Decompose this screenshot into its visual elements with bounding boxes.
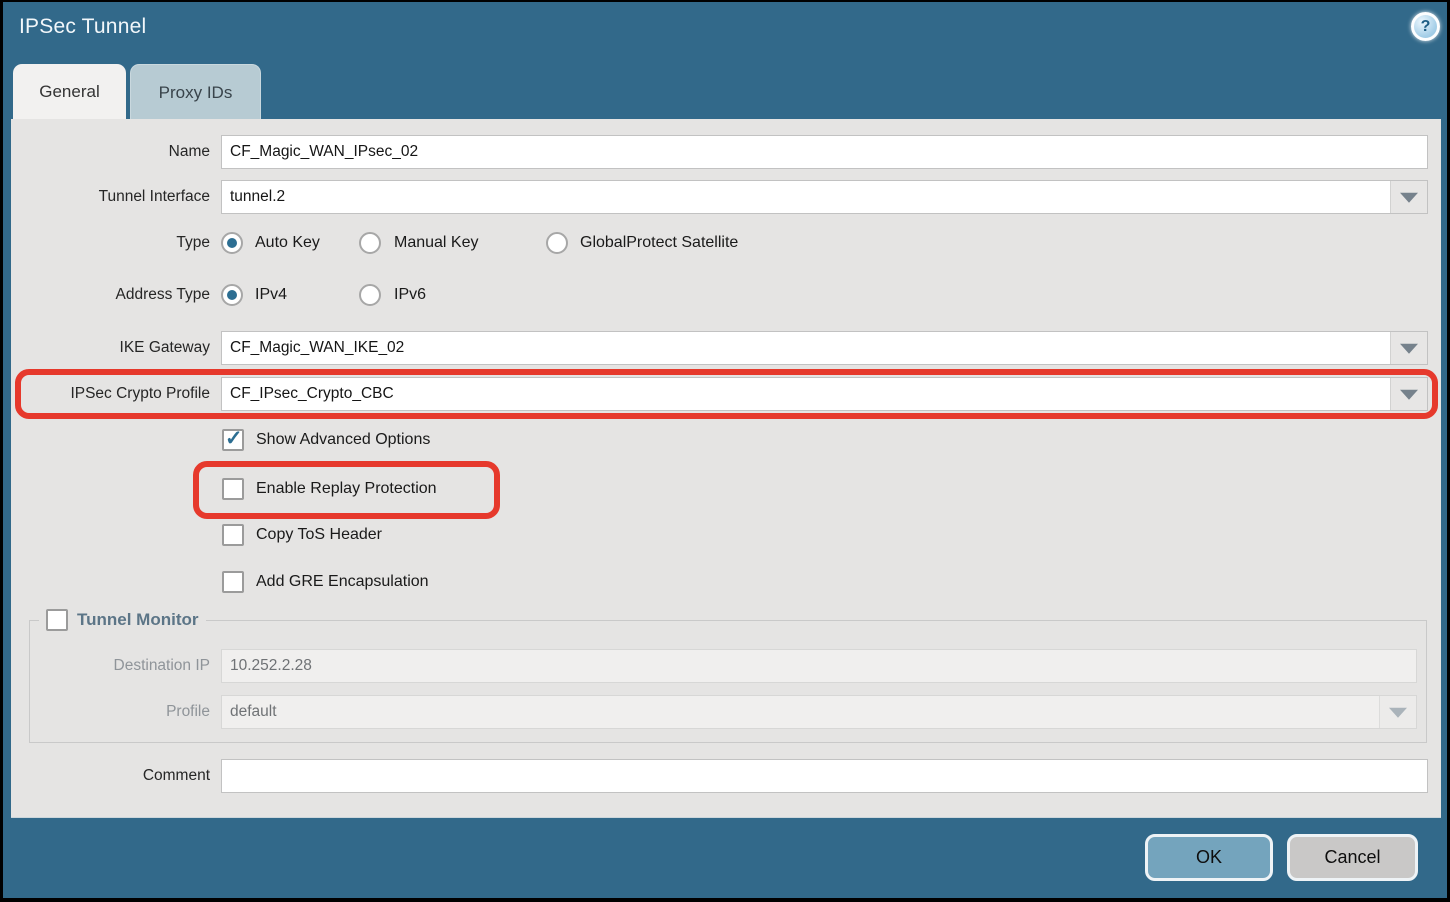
question-mark-glyph: ? — [1421, 18, 1431, 35]
chevron-down-icon — [1400, 193, 1418, 203]
tunnel-monitor-checkbox[interactable] — [46, 609, 68, 631]
tunnel-monitor-label: Tunnel Monitor — [77, 608, 199, 632]
radio-manual-key-label: Manual Key — [394, 232, 479, 254]
ipsec-crypto-profile-dropdown-button[interactable] — [1390, 378, 1427, 410]
address-type-label: Address Type — [11, 284, 210, 306]
ike-gateway-select[interactable]: CF_Magic_WAN_IKE_02 — [221, 331, 1428, 365]
cancel-button[interactable]: Cancel — [1287, 834, 1418, 881]
name-label: Name — [11, 135, 210, 169]
help-icon[interactable]: ? — [1411, 12, 1440, 41]
type-label: Type — [11, 232, 210, 254]
profile-value: default — [230, 696, 1374, 728]
comment-label: Comment — [11, 759, 210, 793]
dialog-title: IPSec Tunnel — [19, 15, 146, 39]
copy-tos-header-label: Copy ToS Header — [256, 524, 382, 546]
ike-gateway-value: CF_Magic_WAN_IKE_02 — [230, 332, 1385, 364]
tunnel-interface-value: tunnel.2 — [230, 181, 1385, 213]
radio-globalprotect-satellite-label: GlobalProtect Satellite — [580, 232, 738, 254]
tunnel-monitor-legend: Tunnel Monitor — [39, 608, 206, 632]
name-input[interactable] — [221, 135, 1428, 169]
chevron-down-icon — [1400, 344, 1418, 354]
destination-ip-input — [221, 649, 1417, 683]
tab-general[interactable]: General — [13, 64, 126, 119]
radio-auto-key-label: Auto Key — [255, 232, 320, 254]
ike-gateway-label: IKE Gateway — [11, 331, 210, 365]
destination-ip-label: Destination IP — [11, 649, 210, 683]
ok-button[interactable]: OK — [1145, 834, 1273, 881]
radio-ipv6[interactable] — [359, 284, 381, 306]
radio-ipv6-label: IPv6 — [394, 284, 426, 306]
profile-dropdown-button — [1379, 696, 1416, 728]
enable-replay-protection-label: Enable Replay Protection — [256, 478, 437, 500]
checkmark-icon: ✓ — [225, 426, 243, 451]
copy-tos-header-checkbox[interactable] — [222, 524, 244, 546]
radio-manual-key[interactable] — [359, 232, 381, 254]
ipsec-crypto-profile-select[interactable]: CF_IPsec_Crypto_CBC — [221, 377, 1428, 411]
ike-gateway-dropdown-button[interactable] — [1390, 332, 1427, 364]
tab-proxy-ids[interactable]: Proxy IDs — [130, 64, 261, 119]
profile-select: default — [221, 695, 1417, 729]
profile-label: Profile — [11, 695, 210, 729]
radio-selected-dot — [227, 238, 237, 248]
comment-input[interactable] — [221, 759, 1428, 793]
chevron-down-icon — [1389, 708, 1407, 718]
tunnel-interface-label: Tunnel Interface — [11, 180, 210, 214]
enable-replay-protection-checkbox[interactable] — [222, 478, 244, 500]
add-gre-encapsulation-checkbox[interactable] — [222, 571, 244, 593]
add-gre-encapsulation-label: Add GRE Encapsulation — [256, 571, 429, 593]
radio-auto-key[interactable] — [221, 232, 243, 254]
ipsec-tunnel-dialog: IPSec Tunnel ? General Proxy IDs Name Tu… — [3, 2, 1447, 898]
radio-ipv4[interactable] — [221, 284, 243, 306]
show-advanced-options-label: Show Advanced Options — [256, 429, 430, 451]
tunnel-interface-select[interactable]: tunnel.2 — [221, 180, 1428, 214]
tunnel-interface-dropdown-button[interactable] — [1390, 181, 1427, 213]
radio-selected-dot — [227, 290, 237, 300]
ipsec-crypto-profile-value: CF_IPsec_Crypto_CBC — [230, 378, 1385, 410]
radio-globalprotect-satellite[interactable] — [546, 232, 568, 254]
ipsec-crypto-profile-label: IPSec Crypto Profile — [11, 377, 210, 411]
radio-ipv4-label: IPv4 — [255, 284, 287, 306]
chevron-down-icon — [1400, 390, 1418, 400]
show-advanced-options-checkbox[interactable]: ✓ — [222, 429, 244, 451]
